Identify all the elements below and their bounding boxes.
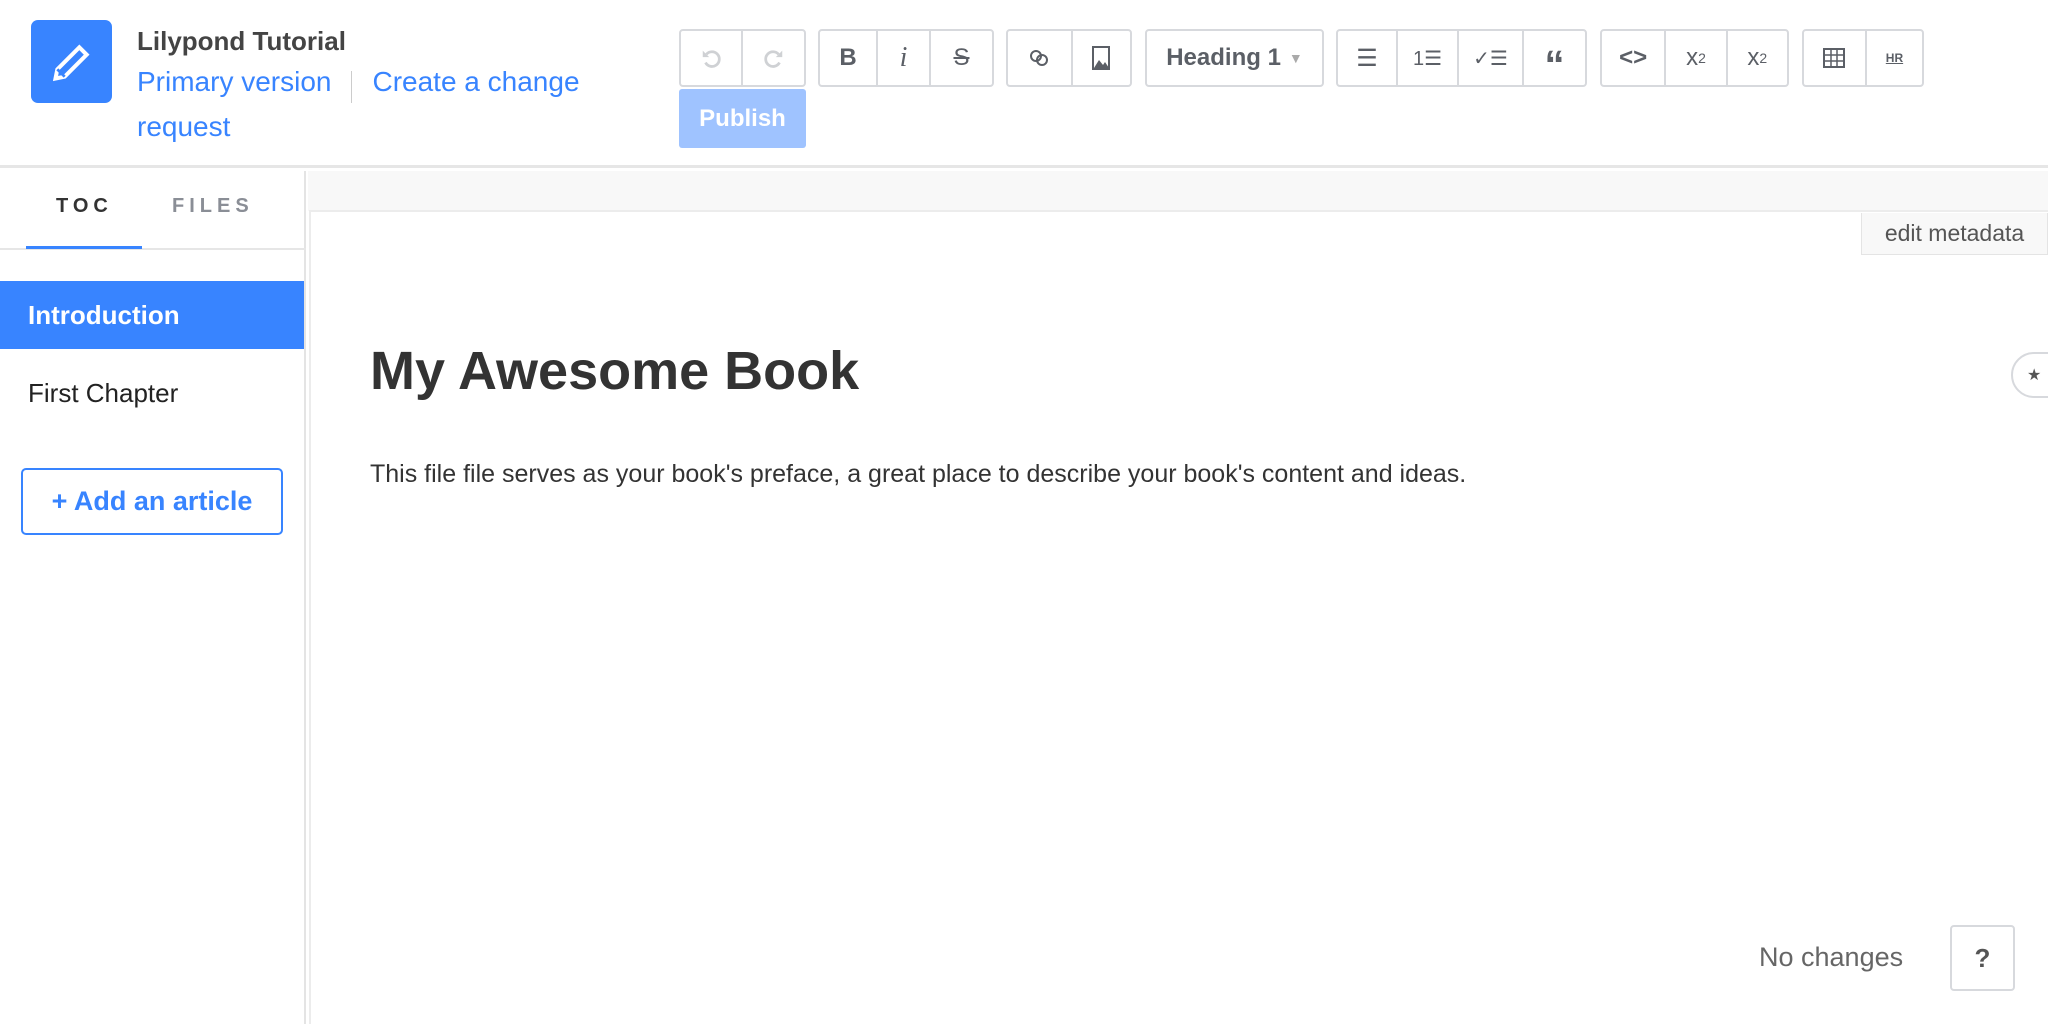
heading-select[interactable]: Heading 1 ▼	[1145, 29, 1324, 87]
document-paragraph[interactable]: This file file serves as your book's pre…	[370, 460, 1466, 489]
numbered-list-icon: 1☰	[1412, 47, 1443, 70]
heading-label: Heading 1	[1166, 44, 1281, 71]
subscript-mark: 2	[1698, 50, 1706, 66]
history-group	[679, 29, 806, 87]
link-icon	[1030, 50, 1049, 66]
undo-icon	[702, 50, 721, 68]
task-list-button[interactable]: ✓☰	[1459, 31, 1524, 85]
editor-top-strip	[308, 171, 2048, 211]
edit-metadata-button[interactable]: edit metadata	[1861, 213, 2048, 255]
caret-down-icon: ▼	[1288, 50, 1303, 66]
publish-button[interactable]: Publish	[679, 89, 806, 148]
subscript-x: x	[1686, 44, 1699, 71]
italic-button[interactable]: i	[878, 31, 931, 85]
tab-toc[interactable]: TOC	[56, 195, 113, 218]
undo-button[interactable]	[681, 31, 744, 85]
superscript-button[interactable]: x2	[1728, 31, 1787, 85]
table-group: HR	[1802, 29, 1924, 87]
divider	[351, 70, 353, 103]
quote-button[interactable]: “	[1524, 31, 1585, 87]
pencil-icon	[31, 20, 112, 103]
table-icon	[1823, 48, 1846, 68]
save-status: No changes	[1759, 942, 1904, 972]
redo-icon	[763, 50, 782, 68]
bold-button[interactable]: B	[820, 31, 878, 85]
horizontal-rule-button[interactable]: HR	[1867, 31, 1922, 85]
toc-item-first-chapter[interactable]: First Chapter	[0, 359, 304, 427]
table-button[interactable]	[1804, 31, 1867, 85]
document-title[interactable]: My Awesome Book	[370, 340, 859, 402]
quote-icon: “	[1544, 42, 1565, 87]
editor-page[interactable]	[309, 210, 2048, 1024]
superscript-mark: 2	[1759, 50, 1768, 66]
format-group: B i S	[818, 29, 994, 87]
bullet-list-icon: ☰	[1356, 44, 1378, 72]
code-icon: <>	[1619, 44, 1648, 71]
active-tab-indicator	[26, 246, 142, 249]
strikethrough-button[interactable]: S	[931, 31, 992, 85]
image-button[interactable]	[1073, 31, 1130, 85]
task-list-icon: ✓☰	[1473, 47, 1508, 70]
bullet-list-button[interactable]: ☰	[1338, 31, 1398, 85]
version-links: Primary version Create a change request	[137, 62, 617, 152]
tab-files[interactable]: FILES	[172, 195, 254, 218]
add-article-button[interactable]: + Add an article	[21, 468, 283, 535]
pin-icon: ★	[2027, 367, 2042, 384]
code-button[interactable]: <>	[1602, 31, 1667, 85]
primary-version-link[interactable]: Primary version	[137, 66, 331, 97]
sidebar: TOC FILES Introduction First Chapter + A…	[0, 171, 306, 1024]
header: Lilypond Tutorial Primary version Create …	[0, 0, 2048, 168]
subscript-button[interactable]: x2	[1666, 31, 1728, 85]
link-button[interactable]	[1008, 31, 1073, 85]
superscript-x: x	[1747, 44, 1760, 71]
toc-item-introduction[interactable]: Introduction	[0, 281, 304, 349]
numbered-list-button[interactable]: 1☰	[1398, 31, 1459, 85]
help-button[interactable]: ?	[1950, 925, 2015, 991]
block-group: ☰ 1☰ ✓☰ “	[1336, 29, 1587, 87]
redo-button[interactable]	[743, 31, 804, 85]
code-group: <> x2 x2	[1600, 29, 1789, 87]
insert-group	[1006, 29, 1132, 87]
image-icon	[1092, 46, 1111, 70]
heading-select-value: Heading 1 ▼	[1147, 31, 1322, 85]
book-title: Lilypond Tutorial	[137, 26, 346, 56]
